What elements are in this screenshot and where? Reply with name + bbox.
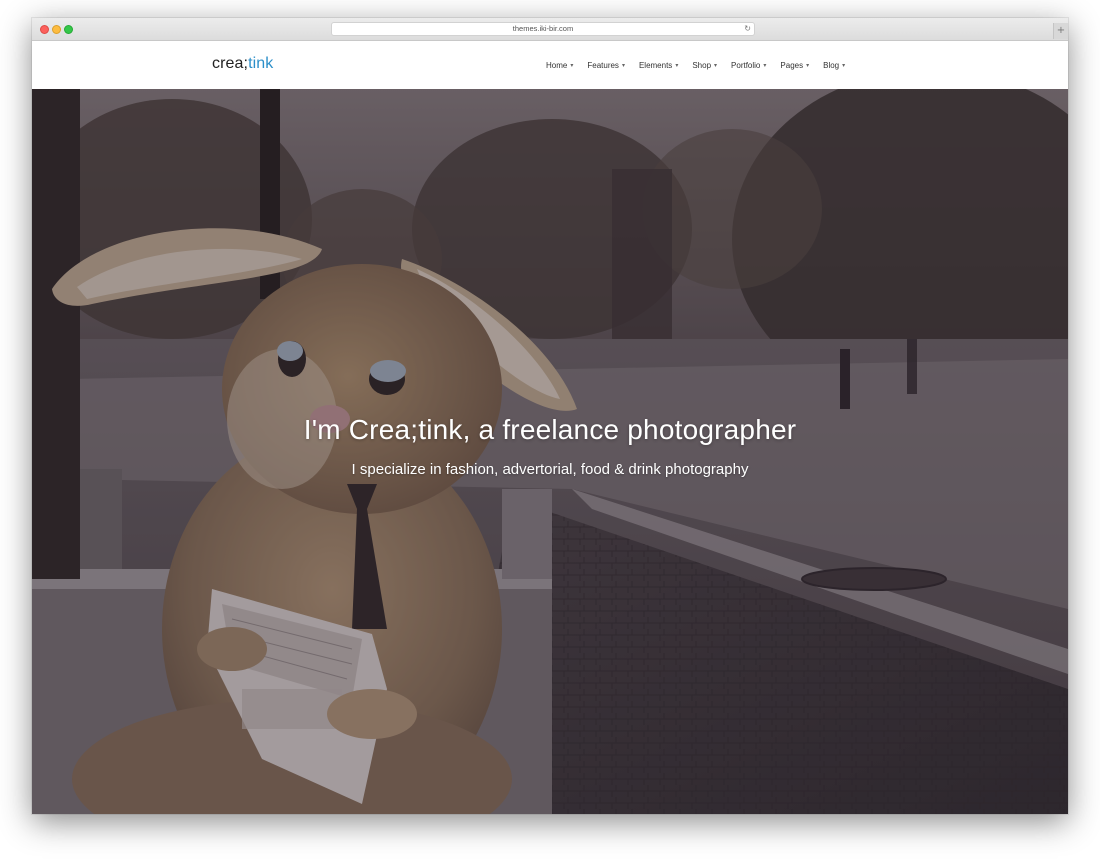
nav-item-features[interactable]: Features ▾ xyxy=(587,61,625,70)
nav-item-label: Shop xyxy=(692,60,712,70)
maximize-window-button[interactable] xyxy=(64,25,73,34)
nav-item-home[interactable]: Home ▾ xyxy=(546,61,573,70)
address-bar[interactable]: themes.iki-bir.com ↻ xyxy=(331,22,755,36)
browser-toolbar: themes.iki-bir.com ↻ + xyxy=(32,18,1068,41)
plus-icon: + xyxy=(1056,25,1066,36)
chevron-down-icon: ▾ xyxy=(675,62,679,69)
new-tab-button[interactable]: + xyxy=(1053,23,1068,39)
nav-item-elements[interactable]: Elements ▾ xyxy=(639,61,678,70)
chevron-down-icon: ▾ xyxy=(714,62,718,69)
nav-item-label: Pages xyxy=(780,60,804,70)
hero-background-image xyxy=(32,89,1068,814)
close-window-button[interactable] xyxy=(40,25,49,34)
minimize-window-button[interactable] xyxy=(52,25,61,34)
address-url: themes.iki-bir.com xyxy=(512,24,574,33)
main-nav: Home ▾ Features ▾ Elements ▾ Shop ▾ Port… xyxy=(546,41,859,89)
nav-item-portfolio[interactable]: Portfolio ▾ xyxy=(731,61,766,70)
chevron-down-icon: ▾ xyxy=(570,62,574,69)
chevron-down-icon: ▾ xyxy=(806,62,810,69)
browser-window: themes.iki-bir.com ↻ + crea;tink Home ▾ … xyxy=(32,18,1068,814)
nav-item-shop[interactable]: Shop ▾ xyxy=(692,61,717,70)
nav-item-label: Elements xyxy=(638,60,673,70)
reload-icon[interactable]: ↻ xyxy=(744,23,751,35)
nav-item-label: Portfolio xyxy=(731,60,761,70)
site-logo[interactable]: crea;tink xyxy=(212,54,273,74)
nav-item-label: Blog xyxy=(823,60,840,70)
hero-title: I'm Crea;tink, a freelance photographer xyxy=(303,414,797,445)
site-header: crea;tink Home ▾ Features ▾ Elements ▾ S… xyxy=(32,41,1068,89)
chevron-down-icon: ▾ xyxy=(763,62,767,69)
nav-item-pages[interactable]: Pages ▾ xyxy=(780,61,809,70)
logo-suffix: tink xyxy=(248,55,274,72)
hero-subtitle: I specialize in fashion, advertorial, fo… xyxy=(351,461,749,478)
chevron-down-icon: ▾ xyxy=(842,62,846,69)
nav-item-label: Features xyxy=(587,60,619,70)
nav-item-blog[interactable]: Blog ▾ xyxy=(823,61,845,70)
logo-prefix: crea; xyxy=(212,55,249,72)
nav-item-label: Home xyxy=(546,60,568,70)
hero-section: I'm Crea;tink, a freelance photographer … xyxy=(32,89,1068,814)
chevron-down-icon: ▾ xyxy=(621,62,625,69)
